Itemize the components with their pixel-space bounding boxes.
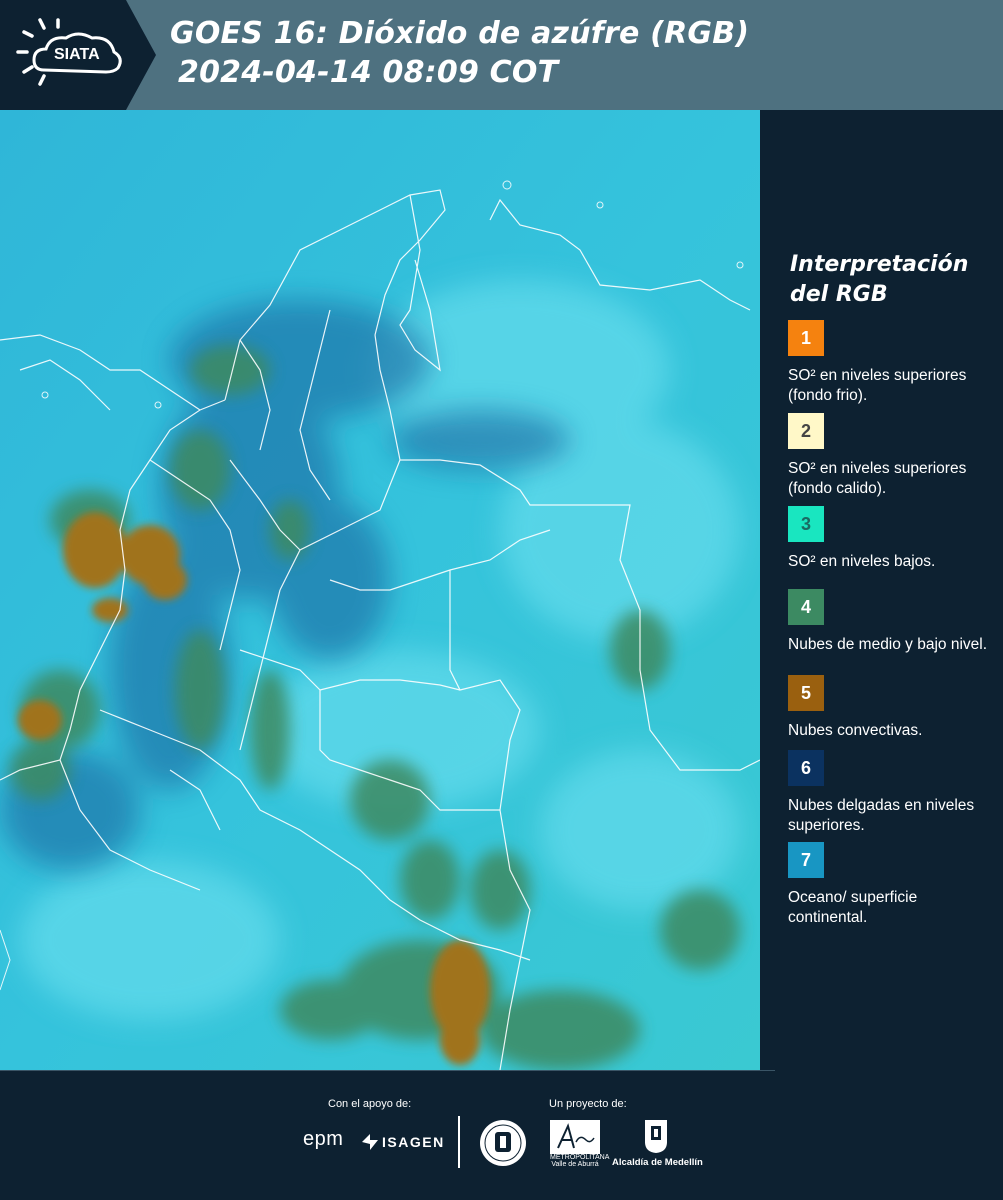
- legend-swatch: 1: [788, 320, 824, 356]
- legend-label: SO² en niveles superiores (fondo calido)…: [788, 460, 967, 497]
- legend-item: 3 SO² en niveles bajos.: [788, 506, 998, 572]
- satellite-map: [0, 110, 760, 1070]
- legend-panel: Interpretación del RGB 1 SO² en niveles s…: [760, 110, 1003, 1070]
- legend-item: 7 Oceano/ superficie continental.: [788, 842, 998, 928]
- legend-swatch: 7: [788, 842, 824, 878]
- siata-logo: SIATA: [0, 0, 158, 110]
- legend-swatch: 6: [788, 750, 824, 786]
- area-metropolitana-icon: [550, 1120, 600, 1154]
- legend-label: Nubes delgadas en niveles superiores.: [788, 797, 975, 834]
- area-metropolitana-text: METROPOLITANA Valle de Aburrá: [550, 1154, 610, 1168]
- footer-divider-line: [0, 1070, 775, 1071]
- header-bar: SIATA GOES 16: Dióxido de azúfre (RGB) 2…: [0, 0, 1003, 110]
- legend-label: Nubes de medio y bajo nivel.: [788, 636, 988, 653]
- epm-logo: epm: [303, 1128, 344, 1150]
- legend-label: SO² en niveles superiores (fondo frio).: [788, 367, 967, 404]
- legend-title: Interpretación del RGB: [790, 252, 969, 307]
- legend-label: SO² en niveles bajos.: [788, 553, 936, 570]
- footer: Con el apoyo de: Un proyecto de: epm ISA…: [0, 1070, 1003, 1200]
- footer-divider: [458, 1116, 460, 1168]
- legend-swatch: 3: [788, 506, 824, 542]
- legend-swatch: 4: [788, 589, 824, 625]
- legend-label: Oceano/ superficie continental.: [788, 889, 918, 926]
- alcaldia-shield-icon: [645, 1120, 667, 1153]
- siata-logo-text: SIATA: [54, 46, 100, 63]
- legend-item: 1 SO² en niveles superiores (fondo frio).: [788, 320, 998, 406]
- legend-swatch: 5: [788, 675, 824, 711]
- isagen-logo: ISAGEN: [382, 1134, 445, 1150]
- legend-item: 5 Nubes convectivas.: [788, 675, 998, 741]
- legend-item: 6 Nubes delgadas en niveles superiores.: [788, 750, 998, 836]
- project-label: Un proyecto de:: [549, 1098, 627, 1110]
- support-label: Con el apoyo de:: [328, 1098, 412, 1110]
- isagen-icon: [362, 1134, 378, 1150]
- legend-item: 4 Nubes de medio y bajo nivel.: [788, 589, 998, 655]
- page-title: GOES 16: Dióxido de azúfre (RGB): [170, 16, 750, 51]
- alcaldia-text: Alcaldía de Medellín: [612, 1157, 703, 1168]
- legend-swatch: 2: [788, 413, 824, 449]
- timestamp: 2024-04-14 08:09 COT: [178, 55, 559, 90]
- legend-item: 2 SO² en niveles superiores (fondo calido…: [788, 413, 998, 499]
- medellin-seal-icon: [480, 1120, 526, 1166]
- legend-label: Nubes convectivas.: [788, 722, 923, 739]
